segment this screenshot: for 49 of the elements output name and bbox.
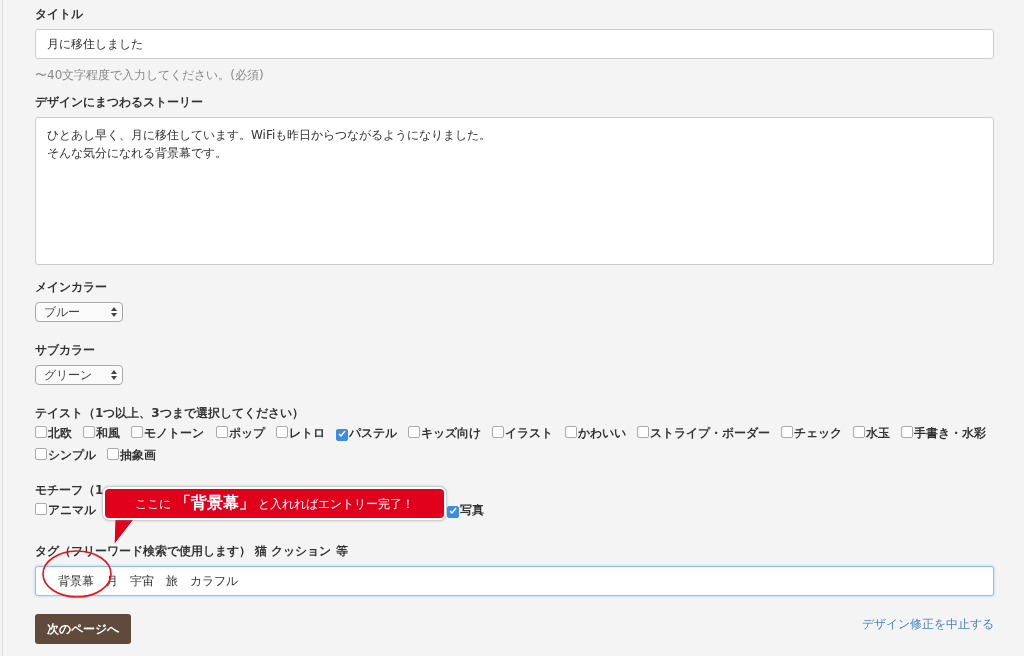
field-label: サブカラー xyxy=(35,342,96,359)
next-page-button[interactable]: 次のページへ xyxy=(35,614,131,644)
checkbox-label: パステル xyxy=(348,426,397,440)
field-label: デザインにまつわるストーリー xyxy=(35,94,204,111)
checkbox[interactable] xyxy=(492,426,505,438)
checkbox-label: 抽象画 xyxy=(120,448,157,462)
story-textarea[interactable]: ひとあし早く、月に移住しています。WiFiも昨日からつながるようになりました。 そんな気分になれる背景幕です。 xyxy=(35,117,994,265)
checkbox[interactable] xyxy=(35,503,47,515)
checkbox[interactable] xyxy=(780,426,793,438)
checkbox[interactable] xyxy=(83,426,96,438)
help-text: 〜40文字程度で入力してください。(必須) xyxy=(35,67,265,84)
cancel-link[interactable]: デザイン修正を中止する xyxy=(862,616,994,633)
stepper-icon xyxy=(111,307,117,317)
checkbox[interactable] xyxy=(408,426,421,438)
checkbox-label: レトロ xyxy=(288,426,325,440)
checkbox[interactable] xyxy=(215,426,228,438)
checkbox-label: 北欧 xyxy=(48,426,72,440)
checkbox-label: 写真 xyxy=(460,503,484,517)
checkbox-label: 手書き・水彩 xyxy=(914,426,987,440)
field-label: タイトル xyxy=(35,6,84,23)
checkbox[interactable] xyxy=(335,429,348,441)
checkbox-label: シンプル xyxy=(48,448,96,462)
sub-color-select[interactable]: グリーン xyxy=(35,365,123,385)
field-label: メインカラー xyxy=(35,279,108,296)
checkbox-label: ポップ xyxy=(228,426,265,440)
field-label: テイスト（1つ以上、3つまで選択してください） xyxy=(35,405,305,422)
checkbox-label: チェック xyxy=(793,426,842,440)
checkbox-label: ストライプ・ボーダー xyxy=(649,426,770,440)
checkbox[interactable] xyxy=(35,426,47,438)
checkbox-label: 和風 xyxy=(96,426,121,440)
checkbox-label: キッズ向け xyxy=(421,426,482,440)
checkbox-label: イラスト xyxy=(505,426,554,440)
checkbox[interactable] xyxy=(447,506,459,518)
checkbox[interactable] xyxy=(901,426,914,438)
field-label: モチーフ（1 xyxy=(35,482,104,499)
checkbox[interactable] xyxy=(35,448,47,460)
main-color-select[interactable]: ブルー xyxy=(35,302,123,322)
checkbox-label: モノトーン xyxy=(144,426,205,440)
checkbox-label: アニマル xyxy=(48,503,96,517)
checkbox[interactable] xyxy=(564,426,577,438)
checkbox-label: かわいい xyxy=(577,426,626,440)
checkbox[interactable] xyxy=(275,426,288,438)
stepper-icon xyxy=(111,370,117,380)
checkbox[interactable] xyxy=(636,426,649,438)
checkbox[interactable] xyxy=(107,448,120,460)
title-input[interactable]: 月に移住しました xyxy=(35,29,994,59)
checkbox[interactable] xyxy=(853,426,866,438)
checkbox-label: 水玉 xyxy=(866,426,891,440)
checkbox[interactable] xyxy=(131,426,144,438)
